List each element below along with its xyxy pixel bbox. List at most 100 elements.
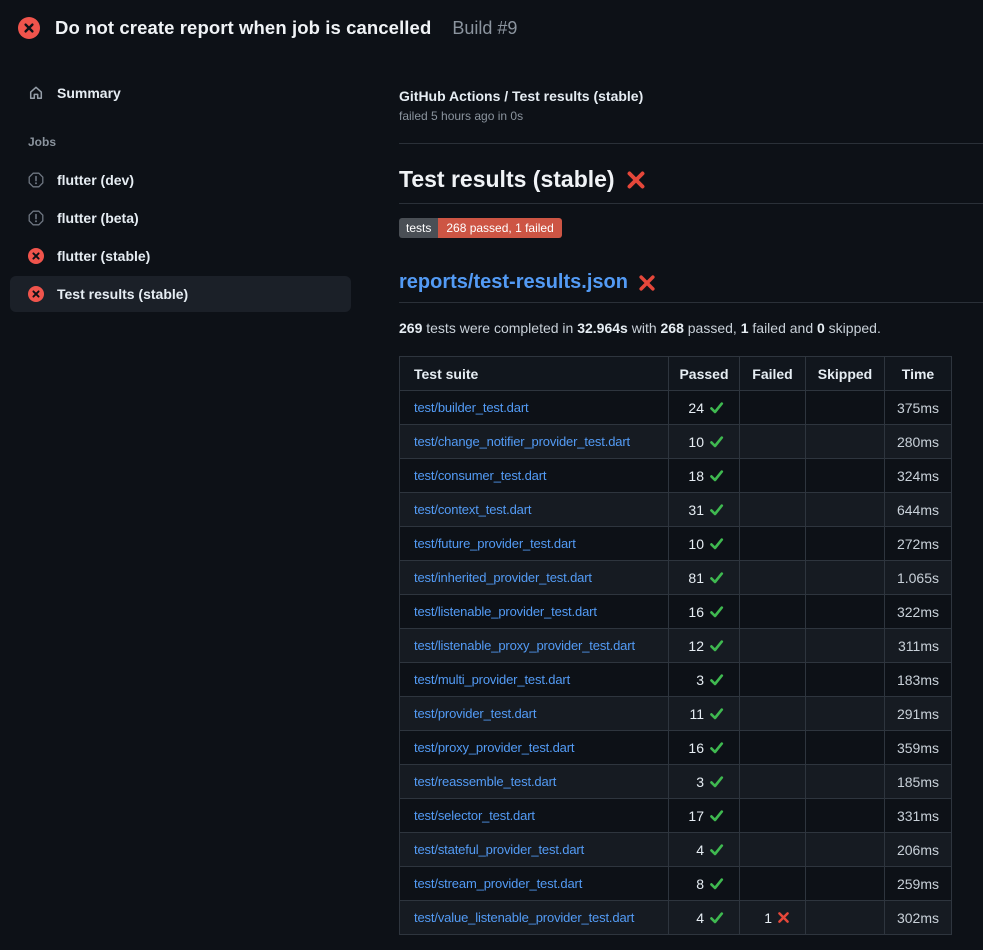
time-cell: 1.065s bbox=[885, 561, 952, 595]
tests-badge-value: 268 passed, 1 failed bbox=[438, 218, 561, 238]
passed-count: 8 bbox=[696, 876, 704, 892]
failed-cell bbox=[740, 833, 806, 867]
time-cell: 272ms bbox=[885, 527, 952, 561]
failed-cell bbox=[740, 697, 806, 731]
table-row: test/provider_test.dart 11 291ms bbox=[400, 697, 952, 731]
passed-count: 4 bbox=[696, 842, 704, 858]
suite-link[interactable]: test/proxy_provider_test.dart bbox=[414, 740, 574, 755]
suite-cell: test/reassemble_test.dart bbox=[400, 765, 669, 799]
time-value: 272ms bbox=[897, 536, 939, 552]
suite-link[interactable]: test/builder_test.dart bbox=[414, 400, 529, 415]
suite-link[interactable]: test/listenable_provider_test.dart bbox=[414, 604, 597, 619]
suite-link[interactable]: test/inherited_provider_test.dart bbox=[414, 570, 592, 585]
table-row: test/listenable_proxy_provider_test.dart… bbox=[400, 629, 952, 663]
run-status-line: failed 5 hours ago in 0s bbox=[399, 109, 983, 123]
suite-link[interactable]: test/stateful_provider_test.dart bbox=[414, 842, 584, 857]
time-value: 291ms bbox=[897, 706, 939, 722]
suite-cell: test/selector_test.dart bbox=[400, 799, 669, 833]
check-icon bbox=[709, 808, 724, 823]
time-cell: 322ms bbox=[885, 595, 952, 629]
suite-link[interactable]: test/change_notifier_provider_test.dart bbox=[414, 434, 630, 449]
skipped-cell bbox=[806, 697, 885, 731]
suite-link[interactable]: test/reassemble_test.dart bbox=[414, 774, 556, 789]
table-row: test/reassemble_test.dart 3 185ms bbox=[400, 765, 952, 799]
time-value: 259ms bbox=[897, 876, 939, 892]
time-cell: 259ms bbox=[885, 867, 952, 901]
summary-segment: 269 bbox=[399, 320, 422, 336]
table-row: test/builder_test.dart 24 375ms bbox=[400, 391, 952, 425]
time-cell: 185ms bbox=[885, 765, 952, 799]
summary-sentence: 269 tests were completed in 32.964s with… bbox=[399, 320, 983, 336]
check-icon bbox=[709, 604, 724, 619]
failed-cell bbox=[740, 867, 806, 901]
suite-link[interactable]: test/value_listenable_provider_test.dart bbox=[414, 910, 634, 925]
suite-link[interactable]: test/consumer_test.dart bbox=[414, 468, 546, 483]
run-header: Do not create report when job is cancell… bbox=[0, 0, 983, 56]
sidebar-job-item[interactable]: Test results (stable) bbox=[10, 276, 351, 312]
summary-segment: 0 bbox=[817, 320, 825, 336]
passed-count: 12 bbox=[688, 638, 704, 654]
skipped-cell bbox=[806, 595, 885, 629]
passed-count: 24 bbox=[688, 400, 704, 416]
failed-cell bbox=[740, 765, 806, 799]
table-row: test/multi_provider_test.dart 3 183ms bbox=[400, 663, 952, 697]
failed-cell: 1 bbox=[740, 901, 806, 935]
sidebar-jobs-list: flutter (dev) flutter (beta) flutter (st… bbox=[0, 162, 399, 312]
table-header-row: Test suitePassedFailedSkippedTime bbox=[400, 357, 952, 391]
sidebar-job-item[interactable]: flutter (dev) bbox=[10, 162, 351, 198]
status-icon bbox=[28, 248, 44, 264]
test-results-table: Test suitePassedFailedSkippedTime test/b… bbox=[399, 356, 952, 935]
passed-count: 16 bbox=[688, 604, 704, 620]
column-header-failed: Failed bbox=[740, 357, 806, 391]
skipped-cell bbox=[806, 527, 885, 561]
passed-cell: 10 bbox=[669, 425, 740, 459]
suite-link[interactable]: test/future_provider_test.dart bbox=[414, 536, 576, 551]
time-value: 183ms bbox=[897, 672, 939, 688]
status-icon bbox=[28, 286, 44, 302]
check-icon bbox=[709, 910, 724, 925]
suite-link[interactable]: test/selector_test.dart bbox=[414, 808, 535, 823]
summary-segment: passed, bbox=[684, 320, 741, 336]
time-value: 331ms bbox=[897, 808, 939, 824]
table-row: test/context_test.dart 31 644ms bbox=[400, 493, 952, 527]
sidebar-job-label: Test results (stable) bbox=[57, 286, 188, 302]
suite-link[interactable]: test/stream_provider_test.dart bbox=[414, 876, 582, 891]
suite-link[interactable]: test/provider_test.dart bbox=[414, 706, 536, 721]
time-value: 280ms bbox=[897, 434, 939, 450]
summary-segment: 1 bbox=[741, 320, 749, 336]
sidebar-job-label: flutter (beta) bbox=[57, 210, 139, 226]
time-value: 375ms bbox=[897, 400, 939, 416]
skipped-cell bbox=[806, 833, 885, 867]
report-file-link[interactable]: reports/test-results.json bbox=[399, 271, 628, 294]
table-row: test/change_notifier_provider_test.dart … bbox=[400, 425, 952, 459]
table-row: test/future_provider_test.dart 10 272ms bbox=[400, 527, 952, 561]
suite-link[interactable]: test/listenable_proxy_provider_test.dart bbox=[414, 638, 635, 653]
status-icon bbox=[28, 210, 44, 226]
suite-cell: test/context_test.dart bbox=[400, 493, 669, 527]
suite-cell: test/provider_test.dart bbox=[400, 697, 669, 731]
report-file-heading: reports/test-results.json bbox=[399, 271, 983, 303]
sidebar-summary-label: Summary bbox=[57, 85, 121, 101]
failed-cell bbox=[740, 731, 806, 765]
sidebar-job-item[interactable]: flutter (stable) bbox=[10, 238, 351, 274]
sidebar-job-item[interactable]: flutter (beta) bbox=[10, 200, 351, 236]
passed-count: 17 bbox=[688, 808, 704, 824]
suite-cell: test/listenable_provider_test.dart bbox=[400, 595, 669, 629]
sidebar-job-label: flutter (dev) bbox=[57, 172, 134, 188]
time-cell: 206ms bbox=[885, 833, 952, 867]
sidebar-item-summary[interactable]: Summary bbox=[10, 75, 351, 111]
time-value: 185ms bbox=[897, 774, 939, 790]
passed-cell: 17 bbox=[669, 799, 740, 833]
suite-cell: test/proxy_provider_test.dart bbox=[400, 731, 669, 765]
time-value: 644ms bbox=[897, 502, 939, 518]
jobs-section-label: Jobs bbox=[28, 135, 399, 149]
skipped-cell bbox=[806, 561, 885, 595]
suite-link[interactable]: test/multi_provider_test.dart bbox=[414, 672, 570, 687]
suite-link[interactable]: test/context_test.dart bbox=[414, 502, 531, 517]
suite-cell: test/value_listenable_provider_test.dart bbox=[400, 901, 669, 935]
check-icon bbox=[709, 400, 724, 415]
stop-exclamation-icon bbox=[28, 210, 44, 226]
skipped-cell bbox=[806, 765, 885, 799]
passed-cell: 16 bbox=[669, 595, 740, 629]
table-row: test/selector_test.dart 17 331ms bbox=[400, 799, 952, 833]
